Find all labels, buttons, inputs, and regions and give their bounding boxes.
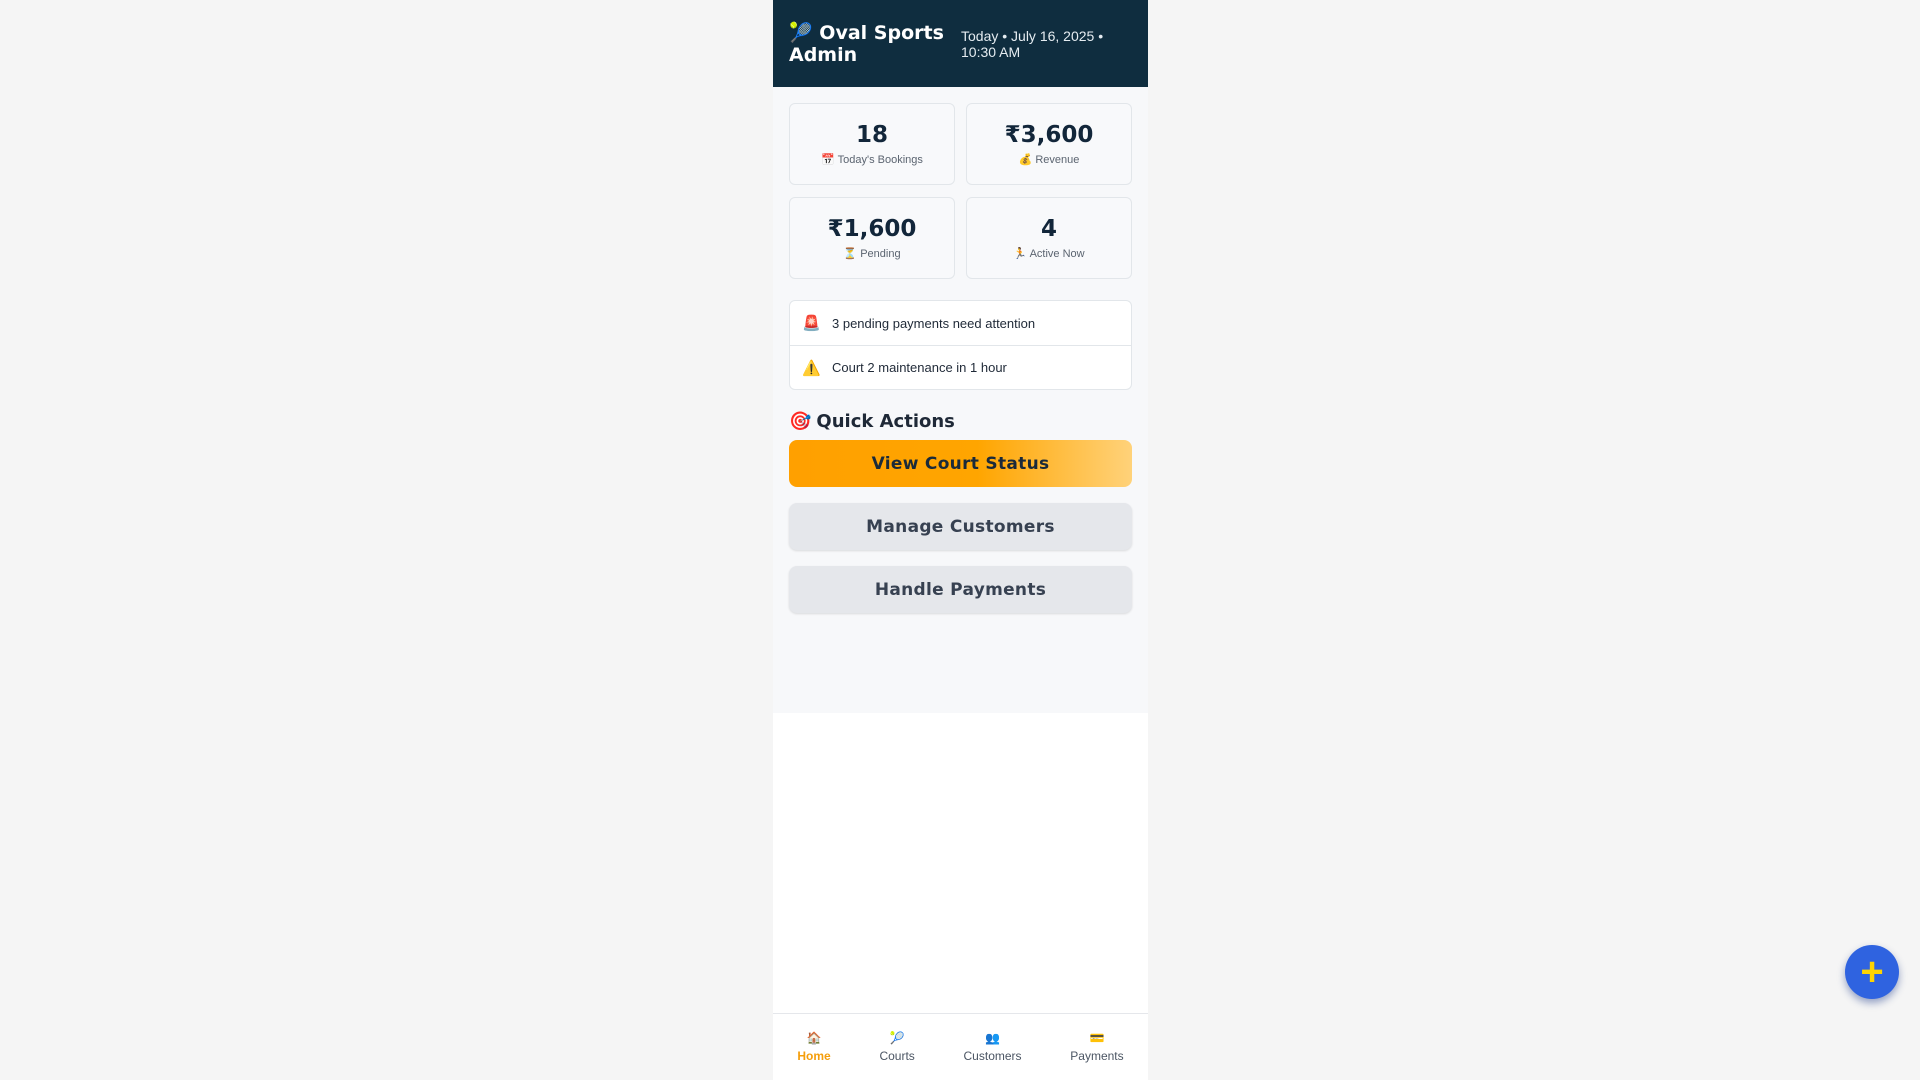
plus-icon: + [1860,950,1884,994]
nav-label: Payments [1070,1049,1124,1063]
quick-actions-heading: 🎯 Quick Actions [789,411,1132,432]
stat-card-revenue: ₹3,600 💰 Revenue [966,103,1132,185]
view-court-status-button[interactable]: View Court Status [789,440,1132,487]
app-screen: 🎾 Oval Sports Admin Today • July 16, 202… [773,0,1148,1080]
stat-label: 🏃 Active Now [1013,247,1084,260]
stat-label-text: Active Now [1029,248,1085,260]
stat-label-text: Revenue [1035,154,1080,166]
money-bag-icon: 💰 [1018,154,1033,166]
stats-grid: 18 📅 Today's Bookings ₹3,600 💰 Revenue ₹… [789,103,1132,279]
stat-label-text: Pending [860,248,901,260]
alert-item-pending-payments[interactable]: 🚨 3 pending payments need attention [790,301,1131,345]
nav-item-customers[interactable]: 👥 Customers [964,1031,1022,1063]
runner-icon: 🏃 [1013,248,1028,260]
stat-value: ₹3,600 [1004,122,1094,148]
target-icon: 🎯 [789,411,812,432]
home-icon: 🏠 [806,1031,822,1045]
warning-icon: ⚠️ [802,359,821,377]
calendar-icon: 📅 [821,154,835,166]
nav-label: Home [797,1049,831,1063]
quick-actions-title: Quick Actions [816,411,955,432]
stat-label-text: Today's Bookings [837,154,923,166]
stat-value: 18 [855,122,888,148]
nav-item-payments[interactable]: 💳 Payments [1070,1031,1123,1063]
stat-card-todays-bookings: 18 📅 Today's Bookings [789,103,955,185]
nav-label: Customers [963,1049,1022,1063]
handle-payments-button[interactable]: Handle Payments [789,566,1132,613]
hourglass-icon: ⏳ [843,248,858,260]
stat-label: 📅 Today's Bookings [821,153,923,166]
nav-item-home[interactable]: 🏠 Home [797,1031,830,1063]
credit-card-icon: 💳 [1089,1031,1105,1045]
add-fab-button[interactable]: + [1845,945,1899,999]
bottom-nav: 🏠 Home 🎾 Courts 👥 Customers 💳 Payments [773,1013,1148,1080]
users-icon: 👥 [985,1031,1000,1045]
app-title: 🎾 Oval Sports Admin [789,22,947,66]
stat-label: 💰 Revenue [1019,153,1080,166]
current-datetime: Today • July 16, 2025 • 10:30 AM [961,27,1104,60]
nav-item-courts[interactable]: 🎾 Courts [879,1031,914,1063]
manage-customers-button[interactable]: Manage Customers [789,503,1132,550]
stat-value: 4 [1040,216,1057,242]
dashboard-content: 18 📅 Today's Bookings ₹3,600 💰 Revenue ₹… [773,87,1148,713]
alert-text: 3 pending payments need attention [832,315,1036,331]
tennis-icon: 🎾 [889,1031,905,1045]
stat-value: ₹1,600 [827,216,917,242]
alert-text: Court 2 maintenance in 1 hour [832,360,1007,375]
stat-label: ⏳ Pending [843,247,900,260]
stat-card-pending: ₹1,600 ⏳ Pending [789,197,955,279]
alerts-list: 🚨 3 pending payments need attention ⚠️ C… [789,300,1132,390]
app-title-text: Oval Sports Admin [789,21,944,66]
app-header: 🎾 Oval Sports Admin Today • July 16, 202… [773,0,1148,87]
nav-label: Courts [879,1049,915,1063]
stat-card-active-now: 4 🏃 Active Now [966,197,1132,279]
siren-icon: 🚨 [802,315,821,332]
tennis-icon: 🎾 [789,21,813,44]
alert-item-maintenance[interactable]: ⚠️ Court 2 maintenance in 1 hour [790,345,1131,389]
